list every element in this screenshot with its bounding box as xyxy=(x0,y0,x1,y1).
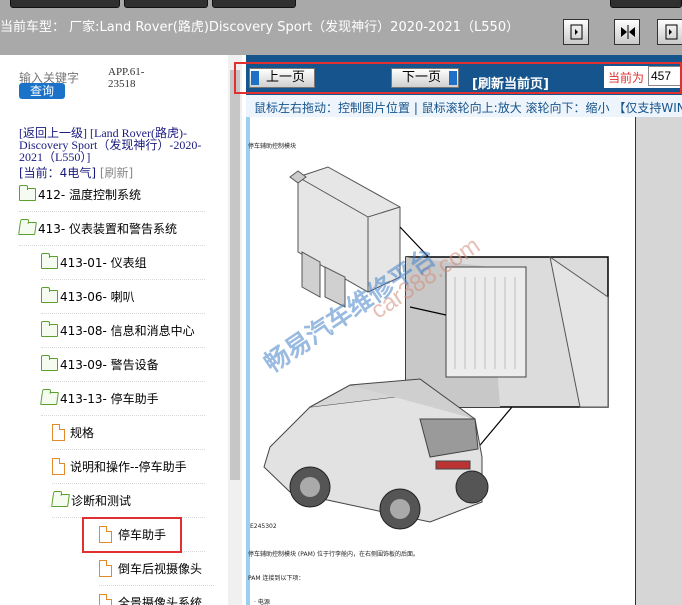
top-menu-button-4[interactable] xyxy=(610,0,682,8)
tree-item-surround-camera[interactable]: 全景摄像头系统 xyxy=(99,586,214,605)
tree-item-label: 诊断和测试 xyxy=(71,494,132,508)
top-menu-button-1[interactable] xyxy=(10,0,120,8)
tree-item-label: 全景摄像头系统 xyxy=(118,596,203,605)
tree-item-label: 倒车后视摄像头 xyxy=(118,562,203,576)
page-content: 停车辅助控制模块 E245302 停车辅助控制模块 (PAM) 位于行李舱内，在… xyxy=(248,117,636,605)
tree-item-label: 413-09- 警告设备 xyxy=(60,358,159,372)
folder-icon xyxy=(41,321,58,337)
top-menu-button-2[interactable] xyxy=(124,0,208,8)
selected-highlight xyxy=(82,517,182,553)
folder-icon xyxy=(41,287,58,303)
tree-item-413-08[interactable]: 413-08- 信息和消息中心 xyxy=(41,314,205,348)
top-menu-button-3[interactable] xyxy=(212,0,296,8)
back-link[interactable]: [返回上一级] [Land Rover(路虎)-Discovery Sport（… xyxy=(19,127,209,163)
folder-icon xyxy=(41,253,58,269)
tree-item-413-09[interactable]: 413-09- 警告设备 xyxy=(41,348,205,382)
folder-open-icon xyxy=(40,392,59,405)
tree-item-description[interactable]: 说明和操作--停车助手 xyxy=(52,450,205,484)
sidebar-scrollbar[interactable] xyxy=(228,55,242,605)
car-model-title: 当前车型： 厂家:Land Rover(路虎)Discovery Sport（发… xyxy=(0,20,520,35)
doc-caption: 停车辅助控制模块 (PAM) 位于行李舱内，在右侧围饰板的后面。 xyxy=(248,551,420,558)
app-code: APP.61-23518 xyxy=(108,66,145,90)
tree-item-413-13[interactable]: 413-13- 停车助手 xyxy=(40,382,205,416)
tree-item-413[interactable]: 413- 仪表装置和警告系统 xyxy=(18,212,205,246)
tree-item-label: 413- 仪表装置和警告系统 xyxy=(38,222,178,236)
folder-open-icon xyxy=(51,494,70,507)
doc-line-2: PAM 连接到以下项： xyxy=(248,575,305,582)
folder-open-icon xyxy=(18,222,37,235)
document-page: 停车辅助控制模块 E245302 停车辅助控制模块 (PAM) 位于行李舱内，在… xyxy=(246,117,636,605)
tree-item-label: 规格 xyxy=(70,426,95,440)
toolbar-highlight xyxy=(234,62,682,94)
tree-item-413-01[interactable]: 413-01- 仪表组 xyxy=(41,246,205,280)
folder-icon xyxy=(19,185,36,201)
sidebar-scroll-thumb[interactable] xyxy=(230,70,240,480)
tree-item-412[interactable]: 412- 温度控制系统 xyxy=(19,178,205,212)
sidebar: 输入关键字 APP.61-23518 查询 [返回上一级] [Land Rove… xyxy=(0,55,228,605)
single-page-icon[interactable] xyxy=(563,19,589,45)
tree-item-413-06[interactable]: 413-06- 喇叭 xyxy=(41,280,205,314)
document-viewer[interactable]: 停车辅助控制模块 E245302 停车辅助控制模块 (PAM) 位于行李舱内，在… xyxy=(246,117,682,605)
tree-item-label: 413-13- 停车助手 xyxy=(60,392,159,406)
tree-item-label: 412- 温度控制系统 xyxy=(38,188,142,202)
top-bar: 当前车型： 厂家:Land Rover(路虎)Discovery Sport（发… xyxy=(0,0,682,55)
double-page-icon[interactable] xyxy=(614,19,640,45)
folder-icon xyxy=(41,355,58,371)
tree-item-label: 说明和操作--停车助手 xyxy=(70,460,187,474)
tree-item-diagnosis[interactable]: 诊断和测试 xyxy=(51,484,205,518)
figure-id: E245302 xyxy=(250,523,277,530)
tree-item-label: 413-01- 仪表组 xyxy=(60,256,147,270)
document-icon xyxy=(52,424,65,441)
query-button[interactable]: 查询 xyxy=(19,83,65,99)
doc-heading: 停车辅助控制模块 xyxy=(248,143,297,150)
fit-page-icon[interactable] xyxy=(657,19,682,45)
tree-item-specs[interactable]: 规格 xyxy=(52,416,205,450)
tree-item-label: 413-08- 信息和消息中心 xyxy=(60,324,195,338)
doc-line-3: · 电源 xyxy=(254,599,270,605)
document-icon xyxy=(99,594,112,605)
hint-text: 鼠标左右拖动：控制图片位置 | 鼠标滚轮向上:放大 滚轮向下：缩小 【仅支持WI… xyxy=(254,101,682,115)
document-icon xyxy=(99,560,112,577)
document-icon xyxy=(52,458,65,475)
tree-item-rear-camera[interactable]: 倒车后视摄像头 xyxy=(99,552,214,586)
tree-item-label: 413-06- 喇叭 xyxy=(60,290,135,304)
viewer-background xyxy=(636,117,682,605)
hint-bar: 鼠标左右拖动：控制图片位置 | 鼠标滚轮向上:放大 滚轮向下：缩小 【仅支持WI… xyxy=(246,95,682,117)
